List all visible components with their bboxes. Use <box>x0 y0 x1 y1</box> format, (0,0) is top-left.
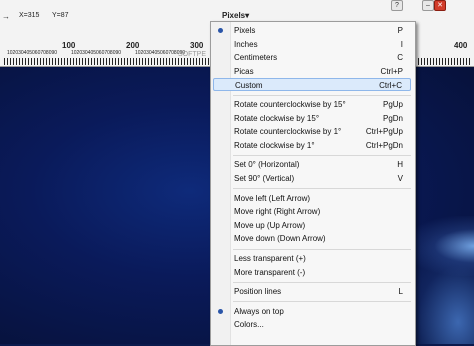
watermark: SOFTPE <box>178 51 207 58</box>
minimize-button[interactable]: – <box>422 0 434 11</box>
menu-item-shortcut: H <box>397 160 403 170</box>
unit-selector[interactable]: Pixels▾ <box>222 11 249 20</box>
y-coordinate-readout: Y=87 <box>52 12 69 19</box>
menu-item-move-left-left-arrow[interactable]: Move left (Left Arrow) <box>213 192 411 205</box>
menu-item-shortcut: PgUp <box>382 100 403 109</box>
menu-item-move-down-down-arrow[interactable]: Move down (Down Arrow) <box>213 232 411 245</box>
ruler-label-300: 300 <box>190 41 204 50</box>
menu-item-label: Move down (Down Arrow) <box>234 234 326 244</box>
help-button[interactable]: ? <box>391 0 403 11</box>
arrow-icon: → <box>2 12 10 21</box>
menu-item-set-0-horizontal[interactable]: Set 0° (Horizontal) H <box>213 158 411 171</box>
menu-separator <box>233 281 411 283</box>
menu-item-label: Rotate clockwise by 15° <box>234 113 320 123</box>
menu-item-label: Custom <box>235 81 263 91</box>
menu-item-label: Rotate counterclockwise by 15° <box>234 100 346 109</box>
menu-item-shortcut: P <box>397 26 403 35</box>
ruler-minor-labels: 102030405060708090 <box>71 50 122 56</box>
menu-item-position-lines[interactable]: Position lines L <box>213 285 411 298</box>
menu-item-more-transparent[interactable]: More transparent (-) <box>213 266 411 279</box>
ruler-label-200: 200 <box>126 41 140 50</box>
menu-separator <box>233 154 411 156</box>
menu-item-inches[interactable]: Inches I <box>213 38 411 51</box>
menu-separator <box>233 301 411 303</box>
menu-item-set-90-vertical[interactable]: Set 90° (Vertical) V <box>213 172 411 185</box>
menu-item-pixels[interactable]: Pixels P <box>213 24 411 37</box>
menu-item-shortcut: I <box>400 39 403 49</box>
radio-check-icon <box>218 308 223 314</box>
menu-item-label: Inches <box>234 39 258 49</box>
menu-item-colors[interactable]: Colors... <box>213 318 411 331</box>
menu-item-move-up-up-arrow[interactable]: Move up (Up Arrow) <box>213 219 411 232</box>
menu-item-rotate-counterclockwise-by-15[interactable]: Rotate counterclockwise by 15° PgUp <box>213 98 411 111</box>
menu-item-label: Set 90° (Vertical) <box>234 174 295 183</box>
menu-item-label: Less transparent (+) <box>234 254 306 263</box>
ruler-label-400: 400 <box>454 41 468 50</box>
menu-item-label: Rotate counterclockwise by 1° <box>234 127 342 137</box>
menu-item-label: Picas <box>234 66 254 76</box>
menu-item-rotate-clockwise-by-1[interactable]: Rotate clockwise by 1° Ctrl+PgDn <box>213 139 411 152</box>
ruler-minor-labels: 102030405060708090 <box>7 50 58 56</box>
menu-item-shortcut: PgDn <box>382 113 403 123</box>
menu-item-label: Move up (Up Arrow) <box>234 220 306 230</box>
menu-item-shortcut: C <box>397 53 403 63</box>
menu-item-always-on-top[interactable]: Always on top <box>213 305 411 318</box>
menu-item-label: Rotate clockwise by 1° <box>234 140 315 150</box>
menu-item-picas[interactable]: Picas Ctrl+P <box>213 65 411 78</box>
menu-item-label: Pixels <box>234 26 256 35</box>
menu-item-shortcut: Ctrl+PgDn <box>365 140 403 150</box>
menu-item-less-transparent[interactable]: Less transparent (+) <box>213 252 411 265</box>
radio-check-icon <box>218 28 223 33</box>
ruler-label-100: 100 <box>62 41 76 50</box>
menu-item-shortcut: L <box>398 287 403 297</box>
close-button[interactable]: ✕ <box>434 0 446 11</box>
menu-item-rotate-counterclockwise-by-1[interactable]: Rotate counterclockwise by 1° Ctrl+PgUp <box>213 125 411 138</box>
menu-separator <box>233 94 411 96</box>
context-menu: Pixels P Inches I Centimeters C Picas Ctrl+P Cus… <box>210 21 416 346</box>
x-coordinate-readout: X=315 <box>19 12 40 19</box>
menu-item-move-right-right-arrow[interactable]: Move right (Right Arrow) <box>213 205 411 218</box>
menu-item-centimeters[interactable]: Centimeters C <box>213 51 411 64</box>
menu-item-custom[interactable]: Custom Ctrl+C <box>213 78 411 92</box>
menu-item-label: Position lines <box>234 287 282 297</box>
menu-item-label: More transparent (-) <box>234 267 306 277</box>
menu-item-label: Set 0° (Horizontal) <box>234 160 300 170</box>
menu-item-rotate-clockwise-by-15[interactable]: Rotate clockwise by 15° PgDn <box>213 112 411 125</box>
menu-separator <box>233 248 411 250</box>
menu-item-shortcut: Ctrl+PgUp <box>365 127 403 137</box>
menu-item-label: Colors... <box>234 320 264 330</box>
menu-item-label: Move right (Right Arrow) <box>234 207 321 217</box>
menu-item-label: Always on top <box>234 306 284 316</box>
menu-item-shortcut: V <box>397 174 403 183</box>
menu-separator <box>233 188 411 190</box>
menu-item-shortcut: Ctrl+C <box>379 81 402 91</box>
menu-item-shortcut: Ctrl+P <box>380 66 403 76</box>
menu-item-label: Move left (Left Arrow) <box>234 193 311 203</box>
menu-item-label: Centimeters <box>234 53 278 63</box>
